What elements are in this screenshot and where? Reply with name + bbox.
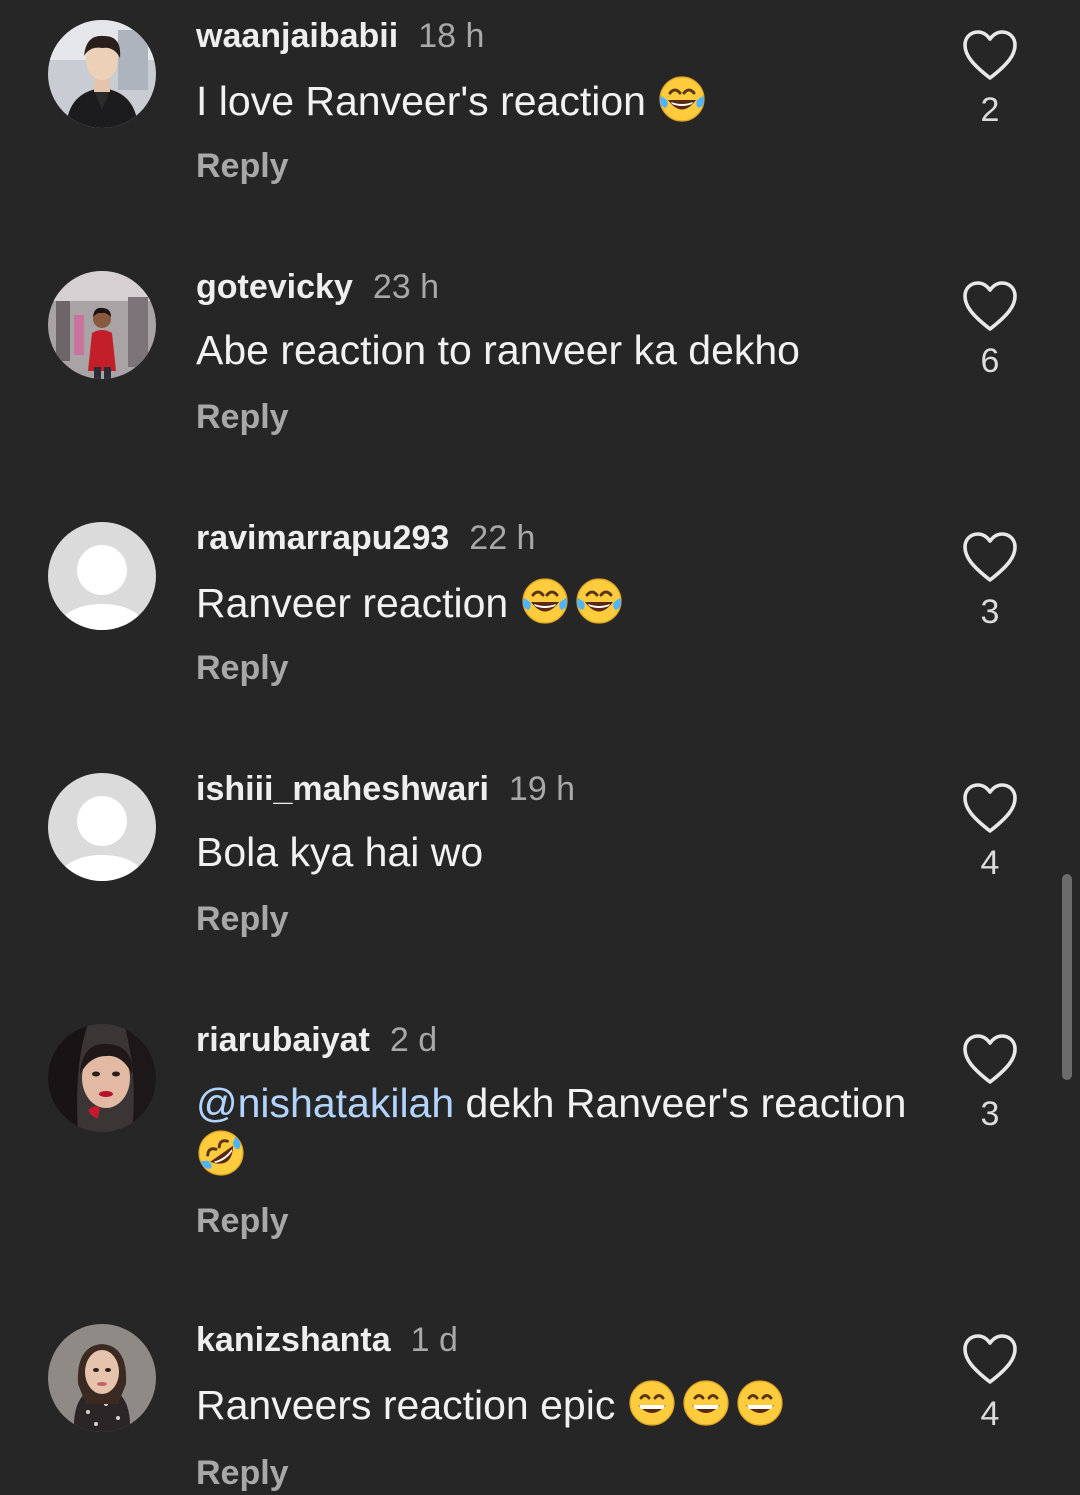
comments-list: waanjaibabii 18 h I love Ranveer's reactio… [0, 0, 1080, 1495]
timestamp: 1 d [410, 1321, 458, 1359]
avatar[interactable] [48, 271, 156, 379]
comment-text: @nishatakilah dekh Ranveer's reaction [196, 1078, 916, 1180]
comment-item: waanjaibabii 18 h I love Ranveer's reactio… [0, 2, 1080, 242]
reply-button[interactable]: Reply [196, 646, 289, 690]
like-control: 2 [958, 24, 1022, 132]
like-control: 3 [958, 526, 1022, 634]
heart-outline-icon[interactable] [958, 24, 1022, 88]
timestamp: 23 h [372, 268, 440, 306]
mention-link[interactable]: @nishatakilah [196, 1080, 454, 1126]
grin-emoji-icon [735, 1378, 785, 1428]
comment-body: Ranveer reaction [196, 580, 509, 626]
like-count: 4 [980, 1395, 1000, 1433]
comment-item: ravimarrapu293 22 h Ranveer reaction Reply… [0, 504, 1080, 744]
comment-meta: waanjaibabii 18 h [196, 14, 484, 58]
avatar[interactable] [48, 1024, 156, 1132]
comment-item: kanizshanta 1 d Ranveers reaction epic Rep… [0, 1306, 1080, 1495]
username[interactable]: ravimarrapu293 [196, 519, 449, 557]
reply-button[interactable]: Reply [196, 144, 289, 188]
username[interactable]: waanjaibabii [196, 17, 398, 55]
timestamp: 22 h [469, 519, 536, 557]
comment-item: ishiii_maheshwari 19 h Bola kya hai wo Repl… [0, 755, 1080, 995]
reply-button[interactable]: Reply [196, 897, 289, 941]
emoji-group [520, 578, 624, 626]
joy-emoji-icon [520, 576, 570, 626]
comment-item: gotevicky 23 h Abe reaction to ranveer ka … [0, 253, 1080, 493]
comment-body: Bola kya hai wo [196, 829, 484, 875]
heart-outline-icon[interactable] [958, 275, 1022, 339]
username[interactable]: kanizshanta [196, 1321, 391, 1359]
heart-outline-icon[interactable] [958, 1028, 1022, 1092]
avatar[interactable] [48, 20, 156, 128]
like-count: 6 [980, 342, 1000, 380]
reply-button[interactable]: Reply [196, 1199, 289, 1243]
comment-text: Ranveer reaction [196, 576, 916, 628]
grin-emoji-icon [627, 1378, 677, 1428]
heart-outline-icon[interactable] [958, 777, 1022, 841]
timestamp: 18 h [418, 17, 485, 55]
grin-emoji-icon [681, 1378, 731, 1428]
comment-body: Abe reaction to ranveer ka dekho [196, 327, 800, 373]
reply-button[interactable]: Reply [196, 1451, 289, 1495]
like-control: 6 [958, 275, 1022, 383]
emoji-group [196, 1130, 246, 1178]
username[interactable]: ishiii_maheshwari [196, 770, 489, 808]
comment-meta: riarubaiyat 2 d [196, 1018, 437, 1062]
comment-body: Ranveers reaction epic [196, 1382, 616, 1428]
username[interactable]: riarubaiyat [196, 1021, 370, 1059]
avatar[interactable] [48, 1324, 156, 1432]
joy-emoji-icon [657, 74, 707, 124]
heart-outline-icon[interactable] [958, 526, 1022, 590]
heart-outline-icon[interactable] [958, 1328, 1022, 1392]
avatar[interactable] [48, 522, 156, 630]
emoji-group [657, 76, 707, 124]
comment-meta: gotevicky 23 h [196, 265, 439, 309]
comment-text: Abe reaction to ranveer ka dekho [196, 325, 916, 375]
timestamp: 19 h [508, 770, 576, 808]
like-count: 2 [980, 91, 1000, 129]
comment-body: dekh Ranveer's reaction [454, 1080, 907, 1126]
comment-body: I love Ranveer's reaction [196, 78, 646, 124]
comment-meta: ravimarrapu293 22 h [196, 516, 535, 560]
like-control: 4 [958, 777, 1022, 885]
comment-item: riarubaiyat 2 d @nishatakilah dekh Ranveer… [0, 1006, 1080, 1246]
comment-text: Ranveers reaction epic [196, 1378, 916, 1430]
timestamp: 2 d [389, 1021, 438, 1059]
rofl-emoji-icon [196, 1128, 246, 1178]
avatar[interactable] [48, 773, 156, 881]
comment-text: Bola kya hai wo [196, 827, 916, 877]
like-count: 4 [980, 844, 1000, 882]
emoji-group [627, 1380, 785, 1428]
joy-emoji-icon [574, 576, 624, 626]
username[interactable]: gotevicky [196, 268, 353, 306]
like-control: 3 [958, 1028, 1022, 1136]
comment-meta: kanizshanta 1 d [196, 1318, 458, 1362]
reply-button[interactable]: Reply [196, 395, 289, 439]
comment-text: I love Ranveer's reaction [196, 74, 916, 126]
like-count: 3 [980, 1095, 1000, 1133]
comment-meta: ishiii_maheshwari 19 h [196, 767, 575, 811]
like-control: 4 [958, 1328, 1022, 1436]
like-count: 3 [980, 593, 1000, 631]
